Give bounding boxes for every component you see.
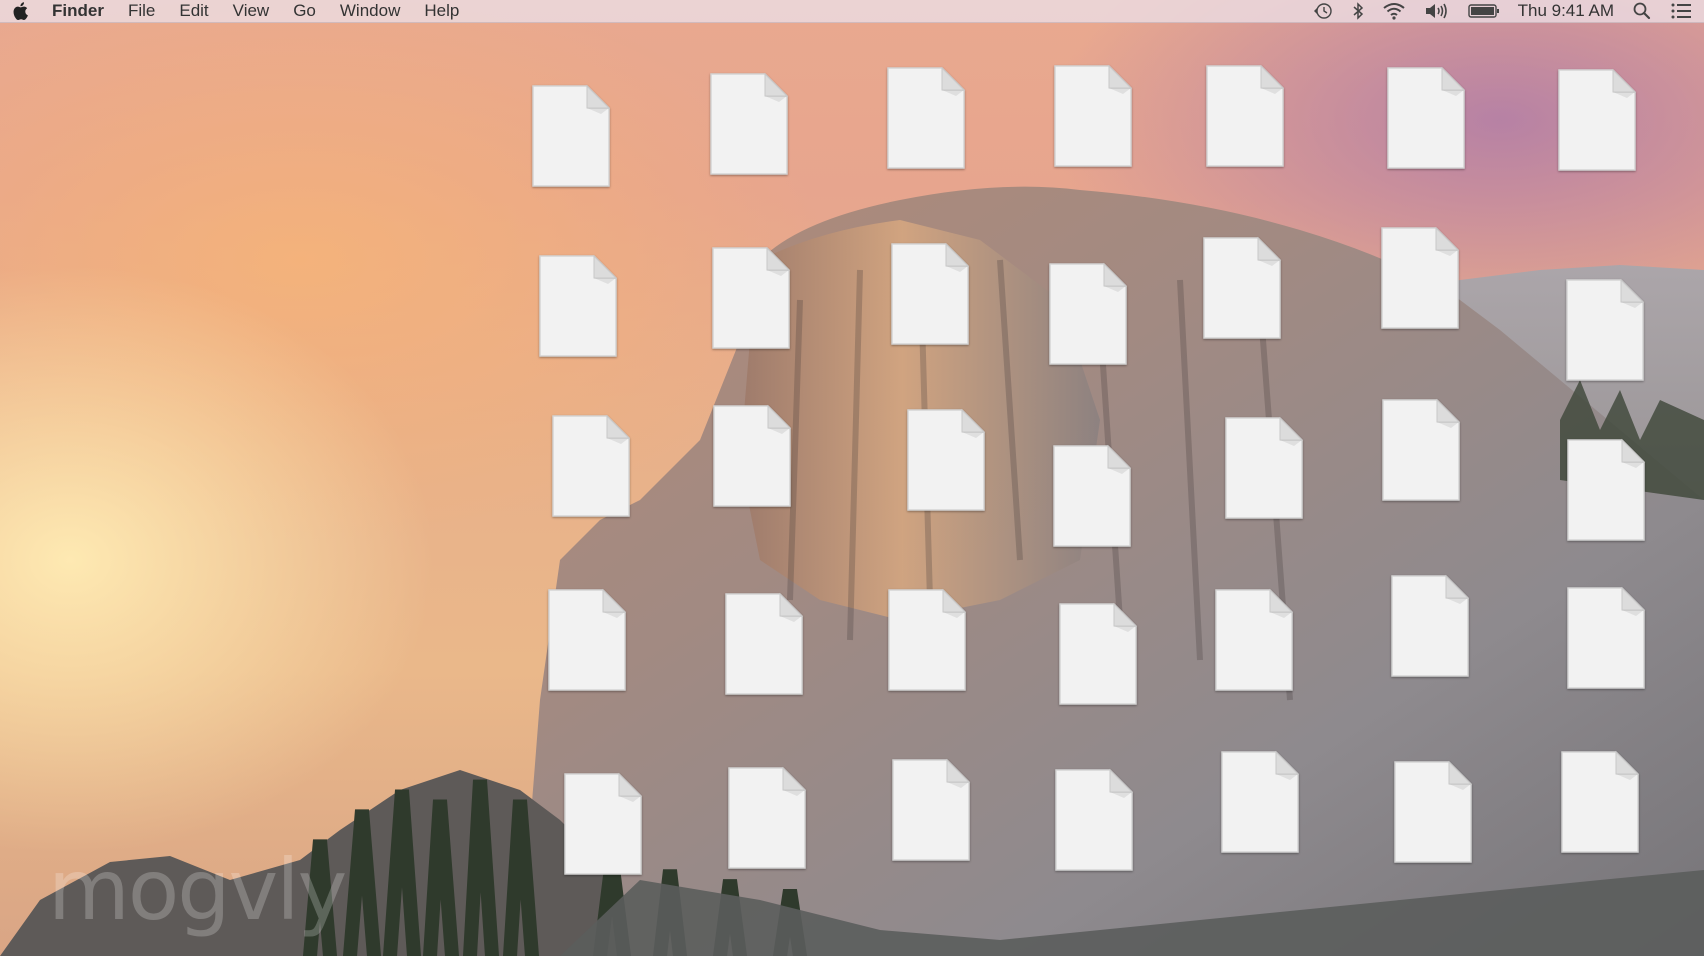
document-icon[interactable] [887,588,967,692]
document-icon[interactable] [1393,760,1473,864]
menu-window[interactable]: Window [340,0,400,22]
document-icon[interactable] [531,84,611,188]
document-icon[interactable] [563,772,643,876]
document-icon[interactable] [1052,444,1132,548]
document-icon[interactable] [1566,438,1646,542]
menu-edit[interactable]: Edit [179,0,208,22]
menu-view[interactable]: View [233,0,270,22]
battery-icon[interactable] [1467,0,1500,22]
document-icon[interactable] [906,408,986,512]
document-icon[interactable] [712,404,792,508]
volume-icon[interactable] [1424,0,1450,22]
spotlight-search-icon[interactable] [1632,0,1652,22]
menu-finder[interactable]: Finder [52,0,104,22]
document-icon[interactable] [711,246,791,350]
document-icon[interactable] [1202,236,1282,340]
desktop-screen: Finder File Edit View Go Window Help Thu… [0,0,1704,956]
document-icon[interactable] [551,414,631,518]
apple-icon[interactable] [12,2,30,20]
menu-clock[interactable]: Thu 9:41 AM [1518,0,1614,22]
desktop-icons [0,0,1704,956]
document-icon[interactable] [1565,278,1645,382]
wifi-icon[interactable] [1382,0,1406,22]
document-icon[interactable] [1048,262,1128,366]
menu-go[interactable]: Go [293,0,316,22]
document-icon[interactable] [1058,602,1138,706]
document-icon[interactable] [1566,586,1646,690]
watermark: mogvly [48,841,347,939]
document-icon[interactable] [890,242,970,346]
document-icon[interactable] [1054,768,1134,872]
document-icon[interactable] [1557,68,1637,172]
document-icon[interactable] [886,66,966,170]
document-icon[interactable] [891,758,971,862]
menu-file[interactable]: File [128,0,155,22]
document-icon[interactable] [1224,416,1304,520]
status-area: Thu 9:41 AM [1294,0,1704,22]
menu-help[interactable]: Help [424,0,459,22]
document-icon[interactable] [724,592,804,696]
document-icon[interactable] [538,254,618,358]
time-machine-icon[interactable] [1312,0,1334,22]
document-icon[interactable] [1386,66,1466,170]
document-icon[interactable] [1380,226,1460,330]
document-icon[interactable] [1205,64,1285,168]
document-icon[interactable] [727,766,807,870]
document-icon[interactable] [709,72,789,176]
document-icon[interactable] [1381,398,1461,502]
document-icon[interactable] [547,588,627,692]
document-icon[interactable] [1220,750,1300,854]
document-icon[interactable] [1214,588,1294,692]
notification-center-icon[interactable] [1670,0,1692,22]
document-icon[interactable] [1560,750,1640,854]
document-icon[interactable] [1053,64,1133,168]
bluetooth-icon[interactable] [1352,0,1364,22]
document-icon[interactable] [1390,574,1470,678]
menu-bar: Finder File Edit View Go Window Help Thu… [0,0,1704,23]
